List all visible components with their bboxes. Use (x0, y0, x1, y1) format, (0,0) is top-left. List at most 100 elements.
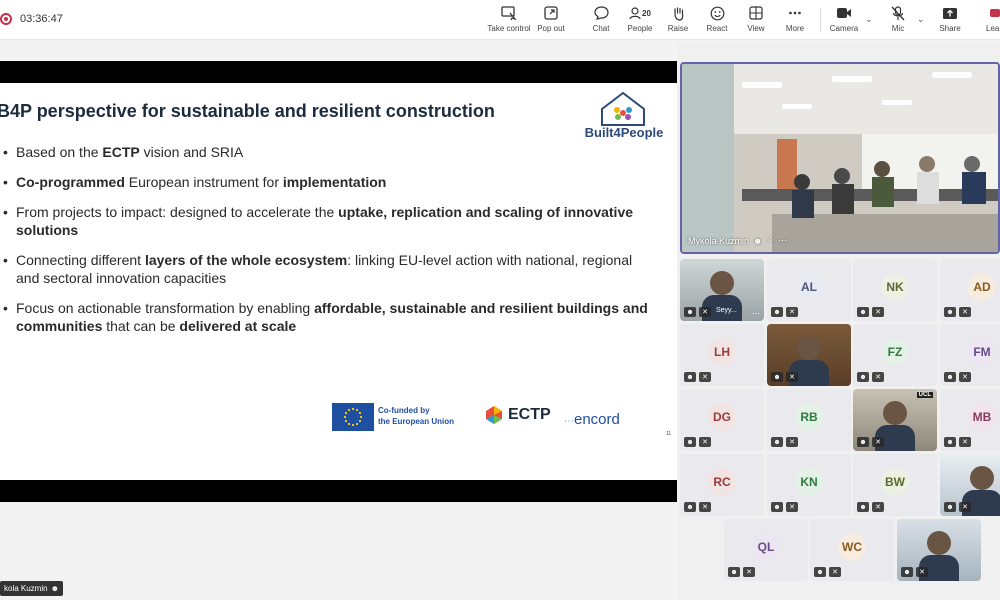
guest-icon: ☻ (814, 567, 826, 577)
tile-status-icons: ☻ ✕ Seyy... (684, 307, 737, 317)
hand-icon (672, 4, 685, 22)
tile-status-icons: ☻ ✕ (857, 437, 884, 447)
participant-tile-rc[interactable]: RC ☻ ✕ (680, 454, 764, 516)
participant-video (927, 531, 951, 555)
pop-out-button[interactable]: Pop out (537, 4, 565, 36)
slide-bullet-item: From projects to impact: designed to acc… (0, 203, 650, 239)
tile-status-icons: ☻ ✕ (857, 372, 884, 382)
people-count: 20 (642, 8, 651, 18)
participant-tile-lh[interactable]: LH ☻ ✕ (680, 324, 764, 386)
shared-slide: B4P perspective for sustainable and resi… (0, 83, 677, 480)
avatar: KN (795, 468, 823, 496)
participant-tile-v4[interactable]: ☻ ✕ (897, 519, 981, 581)
grid-view-icon (749, 4, 763, 22)
take-control-button[interactable]: Take control (487, 4, 531, 36)
camera-icon (836, 4, 852, 22)
avatar: RC (708, 468, 736, 496)
encord-logo: ⋯encord (564, 411, 620, 428)
main-video-name-label: Mykola Kuzmin ☻ ✧ ⋯ (688, 235, 788, 246)
participant-tile-mb[interactable]: MB ☻ ✕ (940, 389, 1000, 451)
guest-icon: ☻ (944, 372, 956, 382)
ucl-badge: UCL (916, 392, 933, 398)
tile-status-icons: ☻ ✕ (901, 567, 928, 577)
tile-status-icons: ☻ ✕ (814, 567, 841, 577)
participant-tile-v1[interactable]: ☻ ✕ (767, 324, 851, 386)
participant-tile-fm[interactable]: FM ☻ ✕ (940, 324, 1000, 386)
mic-muted-icon: ✕ (829, 567, 841, 577)
tile-status-icons: ☻ ✕ (857, 502, 884, 512)
participant-name: Seyy... (716, 307, 737, 314)
participant-tile-bw[interactable]: BW ☻ ✕ (853, 454, 937, 516)
tile-status-icons: ☻ ✕ (944, 307, 971, 317)
view-button[interactable]: View (745, 4, 767, 36)
tile-status-icons: ☻ ✕ (771, 437, 798, 447)
tile-status-icons: ☻ ✕ (728, 567, 755, 577)
mic-muted-icon: ✕ (699, 372, 711, 382)
slide-bullet-item: Focus on actionable transformation by en… (0, 299, 650, 335)
avatar: MB (968, 403, 996, 431)
tile-status-icons: ☻ ✕ (857, 307, 884, 317)
participant-video (970, 466, 994, 490)
participant-tile-dg[interactable]: DG ☻ ✕ (680, 389, 764, 451)
mic-button[interactable]: Mic (887, 4, 909, 36)
main-video-tile[interactable]: Mykola Kuzmin ☻ ✧ ⋯ (680, 62, 1000, 254)
avatar: RB (795, 403, 823, 431)
avatar: WC (838, 533, 866, 561)
guest-icon: ☻ (771, 437, 783, 447)
slide-bullet-item: Connecting different layers of the whole… (0, 251, 650, 287)
guest-icon: ☻ (684, 307, 696, 317)
participant-tile-rb[interactable]: RB ☻ ✕ (767, 389, 851, 451)
guest-icon: ☻ (684, 372, 696, 382)
mic-muted-icon: ✕ (959, 437, 971, 447)
more-options-icon[interactable]: ⋯ (752, 309, 760, 318)
toolbar-divider (820, 8, 821, 32)
mic-muted-icon (891, 4, 905, 22)
participant-video (710, 271, 734, 295)
meeting-timer: 03:36:47 (20, 13, 63, 25)
mic-muted-icon: ✕ (699, 437, 711, 447)
conference-room-video (682, 64, 998, 252)
tile-status-icons: ☻ ✕ (684, 502, 711, 512)
react-button[interactable]: React (706, 4, 728, 36)
avatar: BW (881, 468, 909, 496)
tile-status-icons: ☻ ✕ (944, 372, 971, 382)
mic-muted-icon: ✕ (786, 372, 798, 382)
more-options-icon[interactable]: ⋯ (778, 235, 787, 246)
participant-tile-v3[interactable]: ☻ ✕ (940, 454, 1000, 516)
camera-options-chevron-icon[interactable]: ⌄ (865, 14, 873, 25)
tile-status-icons: ☻ ✕ (944, 437, 971, 447)
tile-status-icons: ☻ ✕ (684, 372, 711, 382)
ectp-logo: ECTP (484, 405, 551, 425)
share-button[interactable]: Share (938, 4, 962, 36)
participant-tile-ucl[interactable]: UCL ☻ ✕ (853, 389, 937, 451)
presenter-name-tag: kola Kuzmin ☻ (0, 581, 63, 596)
ectp-logo-icon (486, 406, 502, 424)
participant-tile-al[interactable]: AL ☻ ✕ (767, 259, 851, 321)
participant-tile-wc[interactable]: WC ☻ ✕ (810, 519, 894, 581)
mic-muted-icon: ✕ (872, 372, 884, 382)
mic-muted-icon: ✕ (959, 307, 971, 317)
participant-tile-ql[interactable]: QL ☻ ✕ (724, 519, 808, 581)
participant-tile-fz[interactable]: FZ ☻ ✕ (853, 324, 937, 386)
leave-button[interactable]: Lea (986, 4, 1000, 36)
more-icon (788, 4, 802, 22)
participant-tile-kn[interactable]: KN ☻ ✕ (767, 454, 851, 516)
participant-tile-ad[interactable]: AD ☻ ✕ (940, 259, 1000, 321)
slide-letterbox-top (0, 61, 677, 83)
eu-flag-icon (332, 403, 374, 431)
mic-options-chevron-icon[interactable]: ⌄ (917, 14, 925, 25)
raise-hand-button[interactable]: Raise (667, 4, 689, 36)
slide-bullet-item: Based on the ECTP vision and SRIA (0, 143, 650, 161)
guest-icon: ☻ (857, 502, 869, 512)
participant-tile-seyy[interactable]: ⋯ ☻ ✕ Seyy... (680, 259, 764, 321)
guest-icon: ☻ (857, 372, 869, 382)
avatar: QL (752, 533, 780, 561)
more-button[interactable]: More (784, 4, 806, 36)
phone-hangup-icon (986, 4, 1000, 22)
people-button[interactable]: 20 People (626, 4, 654, 36)
participant-tile-nk[interactable]: NK ☻ ✕ (853, 259, 937, 321)
chat-button[interactable]: Chat (590, 4, 612, 36)
pin-icon: ✧ (766, 235, 775, 245)
avatar: LH (708, 338, 736, 366)
camera-button[interactable]: Camera (830, 4, 858, 36)
